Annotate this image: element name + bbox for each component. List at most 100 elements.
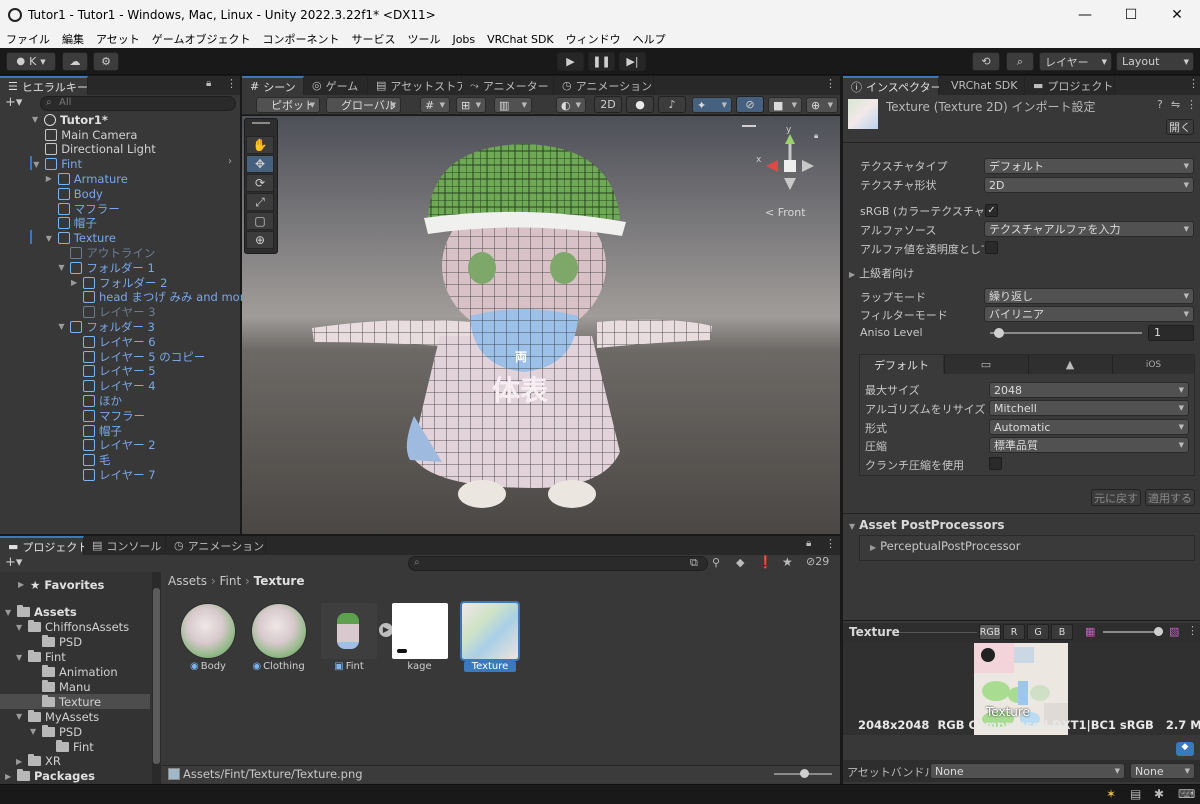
max-size-dropdown[interactable]: 2048 xyxy=(989,382,1189,398)
grid-visibility-dropdown[interactable]: ▥ xyxy=(494,97,532,113)
lighting-toggle[interactable]: ● xyxy=(626,96,654,113)
menu-item-5[interactable]: サービス xyxy=(351,31,395,47)
postprocessor-item[interactable]: ▶ PerceptualPostProcessor xyxy=(870,539,1020,553)
search-button[interactable]: ⌕ xyxy=(1006,52,1034,71)
tab-scene_tabs-1[interactable]: ◎ ゲーム xyxy=(304,76,368,95)
rotate-tool-button[interactable]: ⟳ xyxy=(246,174,274,192)
breadcrumb-assets[interactable]: Assets xyxy=(168,574,207,588)
menu-item-1[interactable]: 編集 xyxy=(62,31,84,47)
tab-scene_tabs-2[interactable]: ▤ アセットストア xyxy=(368,76,467,95)
hierarchy-item[interactable]: マフラー xyxy=(71,408,145,423)
tab-project.tabs-1[interactable]: ▤ コンソール xyxy=(84,536,166,555)
zoom-slider-handle[interactable] xyxy=(800,769,809,778)
hierarchy-item[interactable]: ▼ フォルダー 3 xyxy=(58,319,154,334)
project-tree-item[interactable]: ▼ Assets xyxy=(5,605,150,620)
asset-thumbnail[interactable] xyxy=(460,601,520,661)
filter-mode-dropdown[interactable]: バイリニア xyxy=(984,306,1194,322)
asset-thumbnail[interactable]: ▶ xyxy=(321,603,393,659)
expand-arrow-icon[interactable]: ▶ xyxy=(16,757,26,766)
label-icon[interactable]: ◆ xyxy=(736,556,744,569)
expand-prefab-icon[interactable]: ▶ xyxy=(379,623,393,637)
menu-item-9[interactable]: ウィンドウ xyxy=(566,31,621,47)
project-search-input[interactable]: ⌕ xyxy=(408,556,708,571)
expand-arrow-icon[interactable]: ▼ xyxy=(58,322,68,331)
kebab-menu-icon[interactable]: ⋮ xyxy=(1188,77,1199,90)
open-button[interactable]: 開く xyxy=(1166,119,1194,135)
project-tree-item[interactable]: ▶ Packages xyxy=(5,769,150,784)
asset-label[interactable]: Texture xyxy=(464,661,516,672)
asset-label[interactable]: kage xyxy=(388,661,452,672)
menu-item-10[interactable]: ヘルプ xyxy=(633,31,666,47)
help-icon[interactable]: ? xyxy=(1157,98,1163,111)
breadcrumb-texture[interactable]: Texture xyxy=(254,574,305,588)
menu-item-2[interactable]: アセット xyxy=(96,31,140,47)
bug-icon[interactable]: ✱ xyxy=(1154,787,1164,801)
project-tree-item[interactable]: ▼ PSD xyxy=(30,724,150,739)
pivot-dropdown[interactable]: ピボット xyxy=(256,97,320,113)
project-tree-item[interactable]: ▼ Fint xyxy=(16,650,150,665)
project-tree-item[interactable]: ▼ ChiffonsAssets xyxy=(16,620,150,635)
expand-arrow-icon[interactable]: ▶ xyxy=(71,278,81,287)
aniso-level-input[interactable]: 1 xyxy=(1148,325,1194,341)
tab-platform-android[interactable]: ▲ xyxy=(1028,355,1111,374)
hierarchy-item[interactable]: head まつげ みみ and more xyxy=(71,290,251,305)
expand-arrow-icon[interactable]: ▼ xyxy=(16,653,26,662)
kebab-menu-icon[interactable]: ⋮ xyxy=(825,77,836,90)
account-dropdown[interactable]: ● K ▼ xyxy=(6,52,56,71)
tab-platform-default[interactable]: デフォルト xyxy=(860,355,943,374)
expand-arrow-icon[interactable]: ▼ xyxy=(46,234,56,243)
effects-dropdown[interactable]: ✦ xyxy=(692,97,732,113)
favorite-star-icon[interactable]: ★ xyxy=(782,555,793,569)
project-tree-item[interactable]: PSD xyxy=(30,635,150,650)
hierarchy-item[interactable]: レイヤー 6 xyxy=(71,334,156,349)
expand-arrow-icon[interactable]: ▼ xyxy=(33,160,43,169)
hierarchy-item[interactable]: レイヤー 7 xyxy=(71,467,156,482)
project-tree-item[interactable]: Fint xyxy=(44,739,150,754)
hierarchy-item[interactable]: Main Camera xyxy=(33,127,137,142)
compression-dropdown[interactable]: 標準品質 xyxy=(989,437,1189,453)
menu-item-7[interactable]: Jobs xyxy=(452,33,475,46)
postprocessors-header[interactable]: ▼ Asset PostProcessors xyxy=(849,518,1005,532)
hierarchy-item[interactable]: 帽子 xyxy=(71,423,122,438)
play-button[interactable]: ▶ xyxy=(557,52,584,71)
cache-server-icon[interactable]: ▤ xyxy=(1130,787,1141,801)
hierarchy-item[interactable]: レイヤー 4 xyxy=(71,379,156,394)
scale-tool-button[interactable]: ⤢ xyxy=(246,193,274,211)
hierarchy-item[interactable]: マフラー xyxy=(46,201,120,216)
lock-icon[interactable]: 🔒︎ xyxy=(806,538,811,549)
chevron-right-icon[interactable]: › xyxy=(228,156,232,167)
scene-viewport[interactable]: 両 体表 y x < Front 🔒︎ xyxy=(242,116,840,534)
hidden-count[interactable]: ⊘29 xyxy=(806,555,829,568)
expand-arrow-icon[interactable]: ▼ xyxy=(30,727,40,736)
tab-inspector_tabs-2[interactable]: ▬ プロジェクト xyxy=(1025,76,1115,95)
menu-item-6[interactable]: ツール xyxy=(407,31,440,47)
tab-scene_tabs-0[interactable]: # シーン xyxy=(242,76,304,95)
kebab-menu-icon[interactable]: ⋮ xyxy=(226,77,237,90)
tab-hierarchy[interactable]: ☰ ヒエラルキー xyxy=(0,76,88,95)
2d-toggle[interactable]: 2D xyxy=(594,96,622,113)
asset-label[interactable]: ◉ Body xyxy=(176,661,240,672)
channel-button-b[interactable]: B xyxy=(1051,624,1073,640)
hierarchy-item[interactable]: 毛 xyxy=(71,453,111,468)
scene-root[interactable]: ▼ Tutor1* xyxy=(32,112,108,127)
camera-dropdown[interactable]: ■ xyxy=(768,97,802,113)
step-button[interactable]: ▶| xyxy=(619,52,646,71)
global-dropdown[interactable]: グローバル xyxy=(326,97,401,113)
tab-platform-ios[interactable]: iOS xyxy=(1112,355,1194,374)
project-tree-item[interactable]: ▼ MyAssets xyxy=(16,709,150,724)
hierarchy-item[interactable]: ▼ Texture xyxy=(46,231,116,246)
draw-mode-dropdown[interactable]: ◐ xyxy=(556,97,586,113)
resize-algorithm-dropdown[interactable]: Mitchell xyxy=(989,400,1189,416)
minimize-button[interactable]: — xyxy=(1062,0,1108,30)
menu-item-0[interactable]: ファイル xyxy=(6,31,50,47)
project-tree-item[interactable]: Texture xyxy=(0,694,150,710)
mip-slider-handle[interactable] xyxy=(1154,627,1163,636)
menu-item-4[interactable]: コンポーネント xyxy=(262,31,339,47)
hierarchy-item[interactable]: Directional Light xyxy=(33,142,156,157)
tab-inspector_tabs-0[interactable]: ⓘ インスペクター xyxy=(843,76,942,95)
asset-thumbnail[interactable] xyxy=(180,603,236,659)
asset-label[interactable]: ▣ Fint xyxy=(317,661,381,672)
move-tool-button[interactable]: ✥ xyxy=(246,155,274,173)
expand-arrow-icon[interactable]: ▼ xyxy=(58,263,68,272)
layout-dropdown[interactable]: Layout ▼ xyxy=(1116,52,1194,71)
